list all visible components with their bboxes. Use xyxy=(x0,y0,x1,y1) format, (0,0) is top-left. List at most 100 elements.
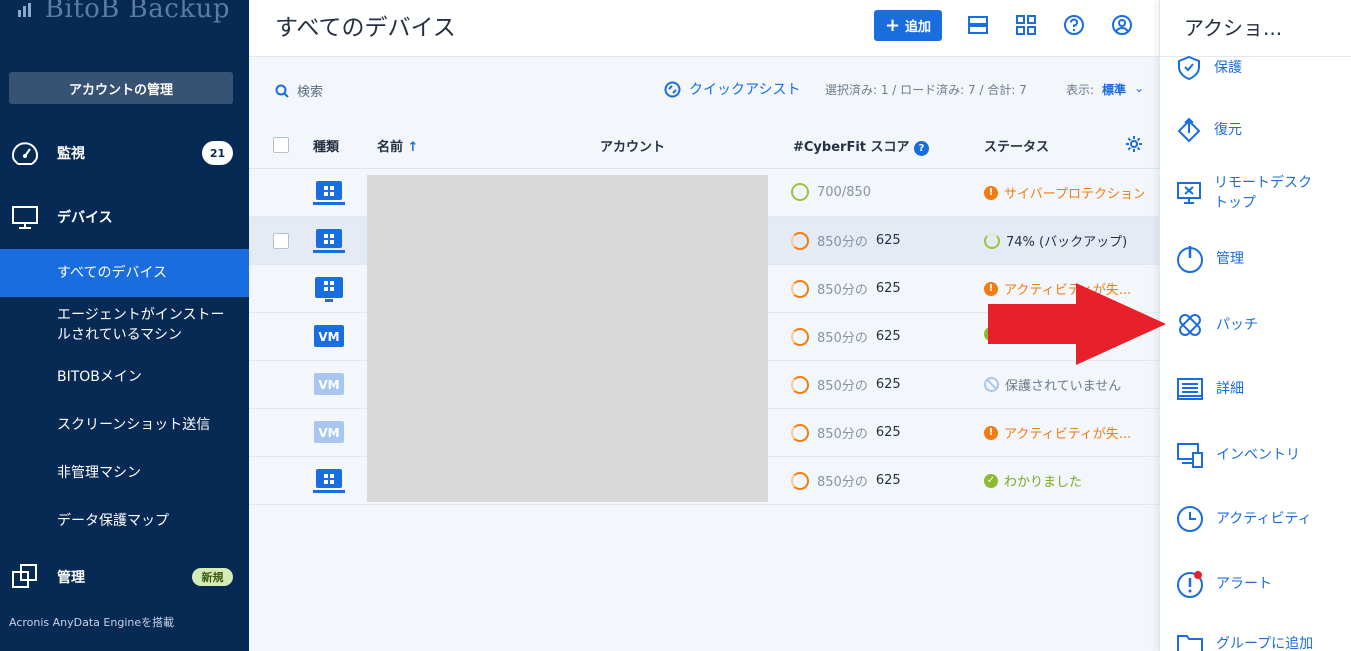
sidebar-item-screenshot[interactable]: スクリーンショット送信 xyxy=(0,413,249,437)
gauge-icon xyxy=(12,142,38,165)
score-ring-icon xyxy=(791,231,809,250)
column-type[interactable]: 種類 xyxy=(313,136,339,155)
action-label: 詳細 xyxy=(1216,381,1244,397)
redacted-area xyxy=(367,175,768,502)
sidebar-item-protection-map[interactable]: データ保護マップ xyxy=(0,509,249,533)
status-text: サイバープロテクション... xyxy=(1004,187,1144,202)
view-value: 標準 xyxy=(1102,83,1127,97)
nav-devices-label: デバイス xyxy=(57,210,113,226)
score-ring-icon xyxy=(791,375,809,394)
column-name[interactable]: 名前 ↑ xyxy=(377,136,418,155)
nav-devices[interactable]: デバイス xyxy=(0,193,249,241)
details-icon xyxy=(1177,378,1203,400)
search-icon xyxy=(275,84,289,98)
score-text: 850分の xyxy=(817,283,868,298)
sidebar-item-bitob-main[interactable]: BITOBメイン xyxy=(0,365,249,389)
nav-management[interactable]: 管理 新規 xyxy=(0,553,249,601)
action-label: 復元 xyxy=(1214,122,1242,138)
footer-text: Acronis AnyData Engineを搭載 xyxy=(9,616,175,629)
user-icon[interactable] xyxy=(1111,14,1133,36)
column-account[interactable]: アカウント xyxy=(600,136,665,155)
status-text: わかりました xyxy=(1004,475,1083,490)
action-details[interactable]: 詳細 xyxy=(1176,376,1346,402)
cyberfit-score: 850分の 625 xyxy=(791,375,901,394)
panel-title: アクショ... xyxy=(1184,16,1283,40)
help-icon[interactable] xyxy=(1063,14,1085,36)
actions-panel: アクショ... 保護 復元 リモートデスクトップ 管理 パッチ 詳細 インベント… xyxy=(1159,0,1351,651)
score-text: 700/850 xyxy=(817,184,872,200)
sidebar-item-all-devices[interactable]: すべてのデバイス xyxy=(0,249,249,297)
shield-icon xyxy=(1178,55,1200,81)
column-status[interactable]: ステータス xyxy=(984,136,1049,155)
column-score[interactable]: #CyberFit スコア ? xyxy=(793,136,930,156)
status-cell: 74% (バックアップ) xyxy=(984,231,1127,250)
plus-icon: + xyxy=(884,14,901,36)
patch-icon xyxy=(1179,314,1201,336)
list-view-icon[interactable] xyxy=(967,14,989,36)
monitor-alert-count: 21 xyxy=(202,141,233,165)
score-text: 850分の xyxy=(817,379,868,394)
windows-pc-icon xyxy=(313,229,345,253)
sort-asc-icon: ↑ xyxy=(407,140,419,155)
action-patch[interactable]: パッチ xyxy=(1176,311,1346,339)
score-value: 625 xyxy=(875,281,901,296)
vm-icon: VM xyxy=(314,373,344,395)
status-text: アクティビティが失... xyxy=(1004,427,1132,442)
svg-text:VM: VM xyxy=(318,330,339,344)
score-value: 625 xyxy=(875,425,901,440)
score-ring-icon xyxy=(791,183,809,201)
action-remote-desktop[interactable]: リモートデスクトップ xyxy=(1176,173,1346,213)
progress-ring-icon xyxy=(984,232,1000,249)
management-icon xyxy=(12,564,37,588)
clock-icon xyxy=(1177,506,1203,532)
score-value: 625 xyxy=(875,377,901,392)
nav-monitor[interactable]: 監視 21 xyxy=(0,129,249,177)
logo-bars-icon xyxy=(18,3,36,17)
cyberfit-score: 850分の 625 xyxy=(791,423,901,442)
chevron-down-icon: ⌄ xyxy=(1134,81,1145,95)
action-manage[interactable]: 管理 xyxy=(1176,244,1346,274)
nav-monitor-label: 監視 xyxy=(57,146,85,162)
sidebar-item-unmanaged[interactable]: 非管理マシン xyxy=(0,461,249,485)
status-text: 74% (バックアップ) xyxy=(1006,235,1128,250)
score-ring-icon xyxy=(791,471,809,490)
action-add-to-group[interactable]: グループに追加 xyxy=(1176,632,1346,651)
quick-assist-button[interactable]: クイックアシスト xyxy=(664,79,800,99)
help-icon[interactable]: ? xyxy=(914,141,930,156)
action-inventory[interactable]: インベントリ xyxy=(1176,441,1346,469)
score-text: 850分の xyxy=(817,331,868,346)
action-protect[interactable]: 保護 xyxy=(1176,55,1346,81)
score-ring-icon xyxy=(791,423,809,442)
add-button[interactable]: + 追加 xyxy=(874,10,942,41)
action-label: アクティビティ xyxy=(1216,511,1312,527)
account-management-button[interactable]: アカウントの管理 xyxy=(9,72,233,104)
score-text: 850分の xyxy=(817,427,868,442)
action-alerts[interactable]: アラート xyxy=(1176,570,1346,598)
vm-icon: VM xyxy=(314,325,344,347)
action-activity[interactable]: アクティビティ xyxy=(1176,505,1346,533)
folder-icon xyxy=(1177,635,1203,651)
logo: BitoB Backup xyxy=(18,0,230,24)
search-field[interactable]: 検索 xyxy=(275,81,323,100)
score-ring-icon xyxy=(791,279,809,298)
sidebar-item-agent-machines[interactable]: エージェントがインストールされているマシン xyxy=(0,305,249,345)
score-text: 850分の xyxy=(817,235,868,250)
red-arrow-annotation xyxy=(988,283,1166,365)
monitor-icon xyxy=(12,206,38,229)
quick-assist-label: クイックアシスト xyxy=(689,82,801,98)
action-restore[interactable]: 復元 xyxy=(1176,117,1346,143)
logo-text: BitoB Backup xyxy=(44,0,230,24)
action-label: パッチ xyxy=(1216,317,1258,333)
row-checkbox[interactable] xyxy=(273,233,289,249)
cyberfit-score: 850分の 625 xyxy=(791,231,901,250)
gear-icon[interactable] xyxy=(1125,135,1143,153)
select-all-checkbox[interactable] xyxy=(273,137,289,153)
view-selector[interactable]: 表示: 標準 ⌄ xyxy=(1066,81,1144,98)
status-text: 保護されていません xyxy=(1005,379,1122,394)
action-label: 管理 xyxy=(1216,251,1244,267)
grid-view-icon[interactable] xyxy=(1015,14,1037,36)
status-cell: ! サイバープロテクション... xyxy=(984,183,1144,202)
not-protected-icon xyxy=(984,377,999,392)
sidebar: BitoB Backup アカウントの管理 監視 21 デバイス すべてのデバイ… xyxy=(0,0,249,651)
status-cell: ✓ わかりました xyxy=(984,471,1082,490)
